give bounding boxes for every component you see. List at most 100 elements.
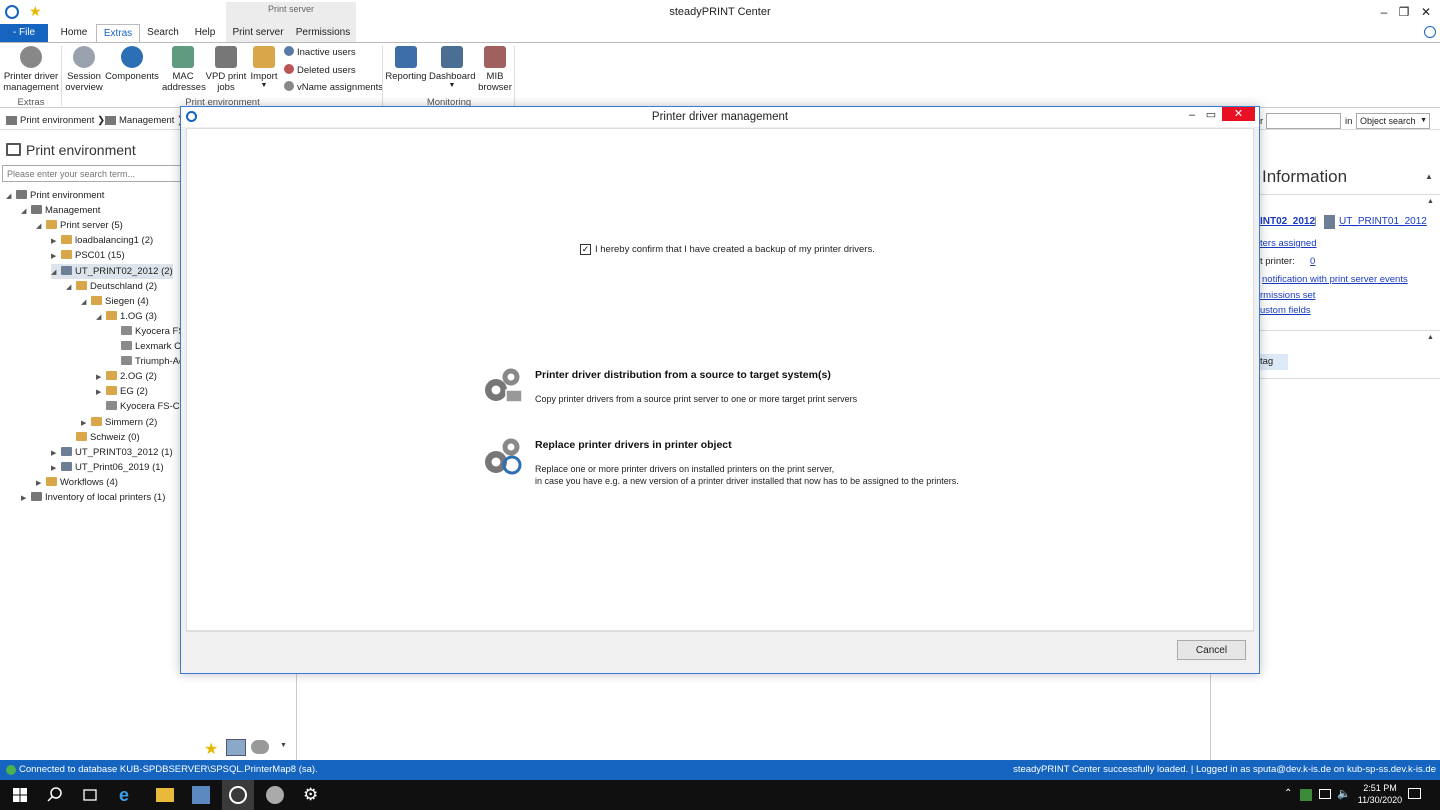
- tree-item[interactable]: Lexmark CS: [111, 339, 181, 354]
- folder-icon: [46, 220, 57, 230]
- tree-item[interactable]: ◢ Print server (5): [36, 218, 123, 233]
- volume-muted-icon[interactable]: 🔈: [1337, 787, 1351, 800]
- dashboard-label: Dashboard: [429, 71, 476, 82]
- vpd-print-jobs-button[interactable]: VPD print jobs: [205, 46, 247, 93]
- tree-item[interactable]: Kyocera FS-: [111, 324, 181, 339]
- collapsed-arrow-icon[interactable]: ▶: [96, 370, 106, 385]
- server-icon: [61, 265, 72, 275]
- expanded-arrow-icon[interactable]: ◢: [21, 204, 31, 219]
- expanded-arrow-icon[interactable]: ◢: [6, 189, 16, 204]
- collapsed-arrow-icon[interactable]: ▶: [96, 385, 106, 400]
- tree-item[interactable]: Schweiz (0): [66, 430, 140, 445]
- collapsed-arrow-icon[interactable]: ▶: [21, 491, 31, 506]
- tree-item[interactable]: ▶ UT_Print06_2019 (1): [51, 460, 164, 475]
- deleted-users-button[interactable]: Deleted users: [284, 64, 356, 80]
- help-icon[interactable]: [1424, 26, 1436, 38]
- clock[interactable]: 2:51 PM 11/30/2020: [1350, 782, 1410, 806]
- paint-app-icon[interactable]: [266, 786, 284, 804]
- custom-fields-link[interactable]: ustom fields: [1260, 305, 1311, 316]
- favorites-star-icon[interactable]: ★: [204, 739, 218, 759]
- tab-permissions[interactable]: Permissions: [292, 24, 354, 42]
- info-panel-title: Information: [1262, 167, 1348, 186]
- inactive-users-button[interactable]: Inactive users: [284, 46, 356, 62]
- notification-link[interactable]: notification with print server events: [1262, 274, 1408, 285]
- dialog-maximize-button[interactable]: ▭: [1203, 107, 1219, 123]
- reporting-button[interactable]: Reporting: [384, 46, 428, 82]
- tree-item[interactable]: ◢ Siegen (4): [81, 294, 149, 309]
- object-search-suffix: r: [1260, 116, 1264, 127]
- close-button[interactable]: ✕: [1414, 0, 1438, 24]
- tab-help[interactable]: Help: [186, 24, 224, 42]
- collapsed-arrow-icon[interactable]: ▶: [51, 461, 61, 476]
- tree-item[interactable]: ▶ Workflows (4): [36, 475, 118, 490]
- printer-icon: [106, 401, 117, 411]
- collapsed-arrow-icon[interactable]: ▶: [51, 234, 61, 249]
- tree-item[interactable]: ▶ 2.OG (2): [96, 369, 157, 384]
- chevron-up-icon[interactable]: ⌃: [1284, 788, 1292, 799]
- folder-icon: [61, 250, 72, 260]
- network-icon[interactable]: [1319, 789, 1331, 799]
- tree-item[interactable]: ▶ loadbalancing1 (2): [51, 233, 153, 248]
- notifications-icon[interactable]: [1408, 788, 1421, 799]
- tree-item[interactable]: Triumph-Ad: [111, 354, 181, 369]
- mib-browser-button[interactable]: MIB browser: [476, 46, 514, 93]
- tree-item[interactable]: Kyocera FS-C85: [96, 399, 181, 414]
- object-search-input[interactable]: [1266, 113, 1341, 129]
- collapse-details-icon[interactable]: ▲: [1427, 198, 1434, 205]
- dashboard-button[interactable]: Dashboard ▼: [429, 46, 475, 90]
- tree-item[interactable]: ◢ Deutschland (2): [66, 279, 157, 294]
- cancel-button[interactable]: Cancel: [1177, 640, 1246, 660]
- collapsed-arrow-icon[interactable]: ▶: [81, 416, 91, 431]
- server-manager-icon[interactable]: [192, 786, 210, 804]
- edge-browser-icon[interactable]: e: [119, 786, 137, 804]
- tree-item[interactable]: ◢ Print environment: [6, 188, 104, 203]
- tab-print-server[interactable]: Print server: [228, 24, 288, 42]
- tree-item[interactable]: ◢ Management: [21, 203, 100, 218]
- option-driver-distribution[interactable]: Printer driver distribution from a sourc…: [480, 364, 1040, 412]
- tree-item[interactable]: ▶ UT_PRINT03_2012 (1): [51, 445, 173, 460]
- tree-item-label: UT_PRINT03_2012 (1): [75, 446, 173, 458]
- default-printer-count-link[interactable]: 0: [1310, 256, 1315, 267]
- tree-item[interactable]: ▶ Inventory of local printers (1): [21, 490, 165, 505]
- backup-confirm-checkbox[interactable]: ✓: [580, 244, 591, 255]
- expanded-arrow-icon[interactable]: ◢: [36, 219, 46, 234]
- tree-item[interactable]: ◢ UT_PRINT02_2012 (2): [51, 263, 173, 280]
- import-button[interactable]: Import ▼: [248, 46, 280, 90]
- settings-gear-icon[interactable]: ⚙: [303, 786, 321, 804]
- tree-item[interactable]: ▶ EG (2): [96, 384, 148, 399]
- expanded-arrow-icon[interactable]: ◢: [96, 310, 106, 325]
- server-b-link[interactable]: UT_PRINT01_2012: [1339, 216, 1427, 227]
- server-icon: [1324, 215, 1335, 229]
- tree-item[interactable]: ▶ Simmern (2): [81, 415, 157, 430]
- printers-assigned-link[interactable]: ters assigned: [1260, 238, 1317, 249]
- tree-item[interactable]: ◢ 1.OG (3): [96, 309, 157, 324]
- expanded-arrow-icon[interactable]: ◢: [66, 280, 76, 295]
- option-replace-drivers[interactable]: Replace printer drivers in printer objec…: [480, 434, 1040, 490]
- collapse-info-icon[interactable]: ▲: [1425, 172, 1433, 181]
- expanded-arrow-icon[interactable]: ◢: [81, 295, 91, 310]
- permissions-link[interactable]: rmissions set: [1260, 290, 1315, 301]
- task-view-icon[interactable]: [81, 786, 99, 804]
- search-scope-select[interactable]: Object search ▼: [1356, 113, 1430, 129]
- search-icon[interactable]: [46, 786, 64, 804]
- dialog-close-button[interactable]: ✕: [1222, 107, 1255, 121]
- file-explorer-icon[interactable]: [156, 788, 174, 802]
- maximize-button[interactable]: ❐: [1392, 0, 1416, 24]
- tree-item-label: Simmern (2): [105, 416, 158, 428]
- dialog-minimize-button[interactable]: –: [1184, 107, 1200, 123]
- collapse-tags-icon[interactable]: ▲: [1427, 334, 1434, 341]
- print-environment-view-icon[interactable]: [226, 739, 246, 756]
- windows-start-icon[interactable]: [11, 786, 29, 804]
- folder-icon: [106, 310, 117, 320]
- steadyprint-taskbar-icon[interactable]: [229, 786, 247, 804]
- tray-app-icon[interactable]: [1300, 789, 1312, 801]
- collapsed-arrow-icon[interactable]: ▶: [51, 446, 61, 461]
- server-a-link[interactable]: INT02_2012: [1260, 216, 1315, 227]
- vname-assignments-button[interactable]: vName assignments: [284, 81, 383, 97]
- collapsed-arrow-icon[interactable]: ▶: [51, 249, 61, 264]
- expanded-arrow-icon[interactable]: ◢: [51, 265, 61, 280]
- users-view-icon[interactable]: [251, 740, 269, 754]
- tree-item[interactable]: ▶ PSC01 (15): [51, 248, 125, 263]
- collapsed-arrow-icon[interactable]: ▶: [36, 476, 46, 491]
- chevron-down-icon[interactable]: ▼: [280, 742, 287, 749]
